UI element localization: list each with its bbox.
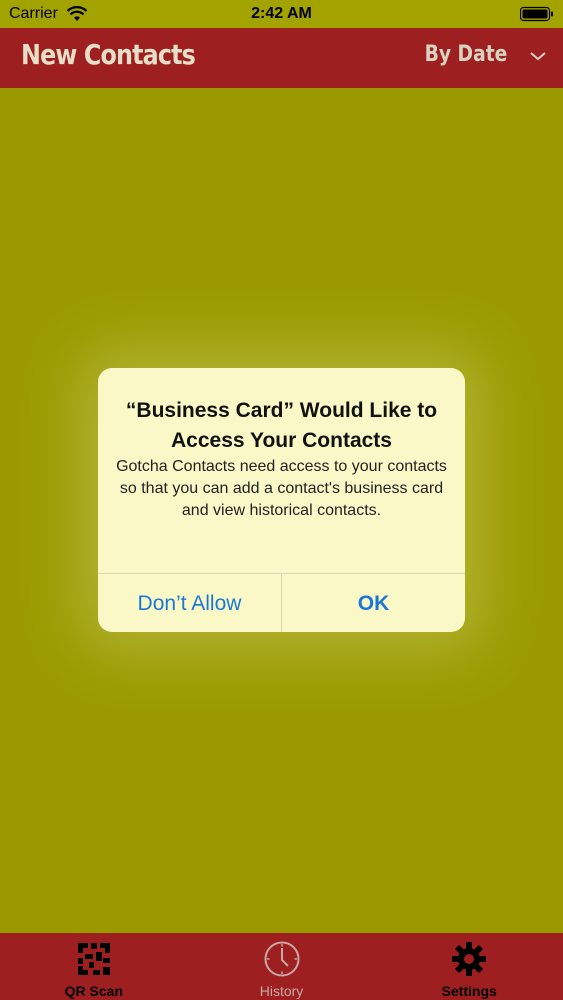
sort-selector[interactable]: By Date [424,42,507,67]
tab-label: QR Scan [64,983,124,999]
chevron-down-icon[interactable] [529,50,547,62]
tab-history[interactable]: History [188,933,376,1000]
battery-icon [520,6,553,22]
alert-title: “Business Card” Would Like to Access You… [125,399,438,452]
permission-alert: “Business Card” Would Like to Access You… [98,368,465,632]
gear-icon [452,942,487,976]
navigation-bar: New Contacts By Date [0,28,563,88]
status-time: 2:42 AM [251,5,312,22]
status-bar: Carrier 2:42 AM [0,0,563,28]
tab-qr-scan[interactable]: QR Scan [0,933,188,1000]
alert-message: Gotcha Contacts need access to your cont… [116,458,447,519]
tab-settings[interactable]: Settings [375,933,563,1000]
ok-button[interactable]: OK [281,574,465,632]
page-title: New Contacts [21,38,196,71]
qr-code-icon [77,943,110,975]
tab-bar: QR Scan History Settings [0,933,563,1000]
tab-label: Settings [441,983,497,999]
alert-button-row: Don’t Allow OK [98,573,465,632]
clock-icon [264,941,299,977]
tab-label: History [259,983,304,999]
dont-allow-button[interactable]: Don’t Allow [98,574,281,632]
